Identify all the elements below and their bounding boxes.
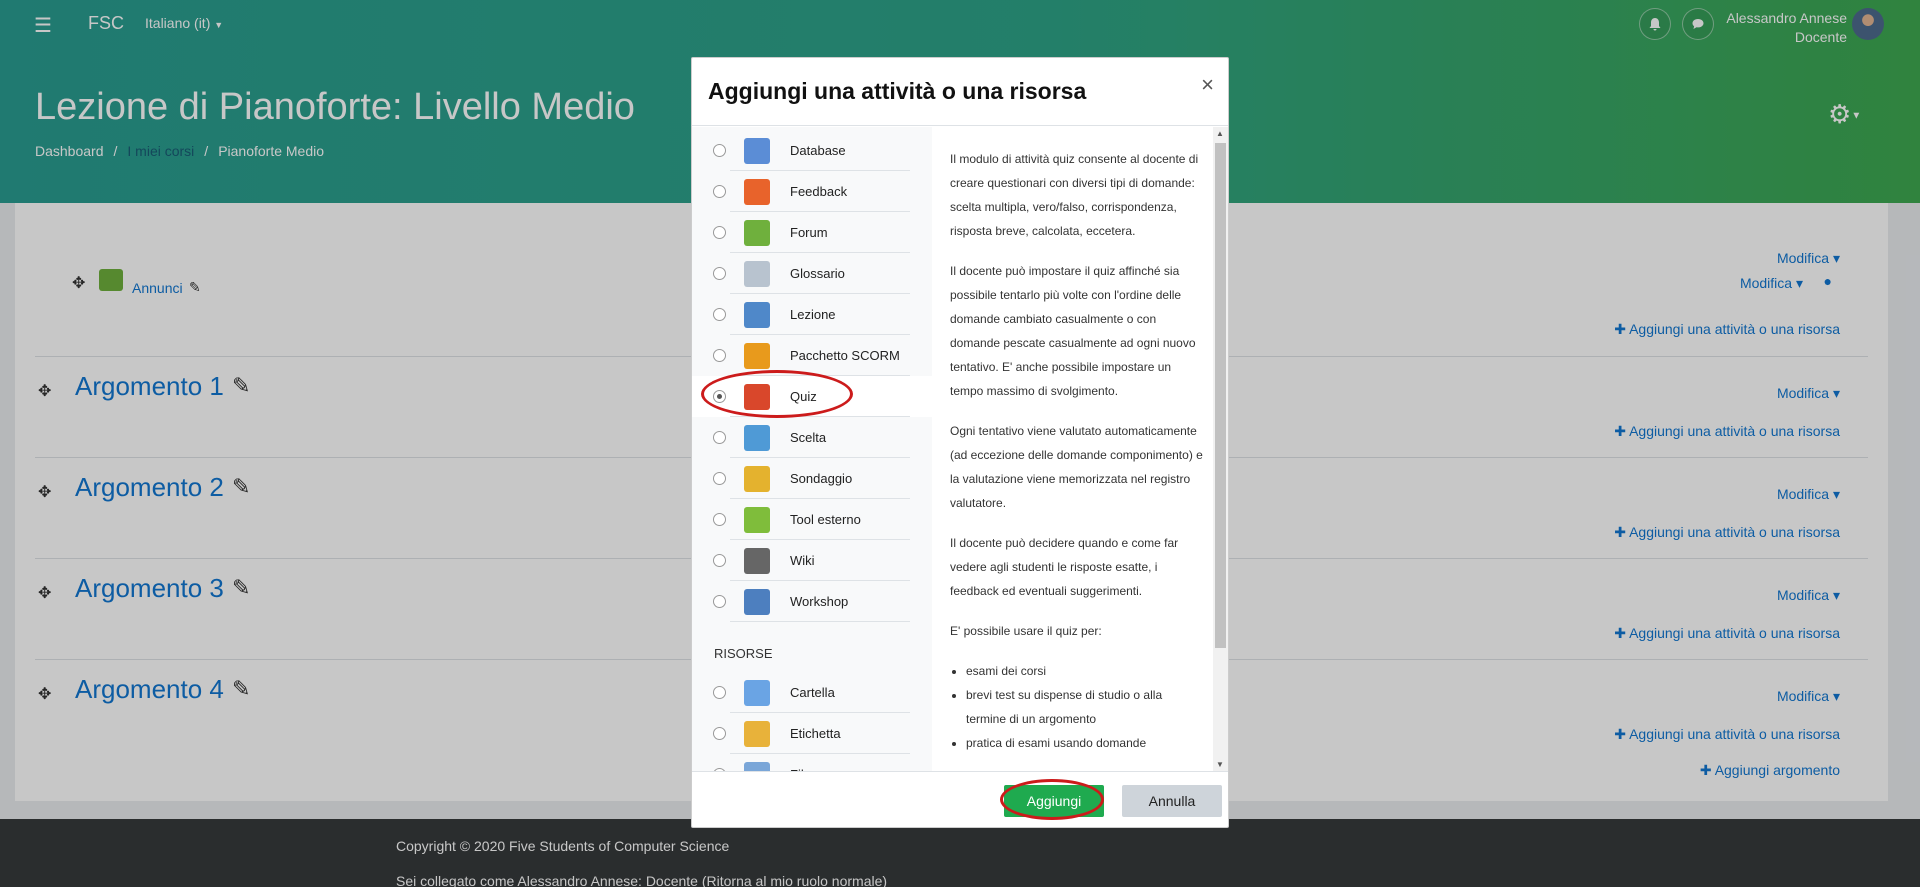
resources-heading: RISORSE	[714, 646, 773, 661]
activity-option[interactable]: Scelta	[692, 417, 932, 458]
activity-radio[interactable]	[713, 554, 726, 567]
activity-option[interactable]: Sondaggio	[692, 458, 932, 499]
activity-radio[interactable]	[713, 595, 726, 608]
description-paragraph: Il modulo di attività quiz consente al d…	[950, 152, 1199, 238]
workshop-icon	[744, 589, 770, 615]
activity-label: Glossario	[790, 266, 845, 281]
resource-radio[interactable]	[713, 686, 726, 699]
tag-icon	[744, 721, 770, 747]
activity-label: Feedback	[790, 184, 848, 199]
activity-label: Workshop	[790, 594, 849, 609]
description-paragraph: E' possibile usare il quiz per:	[950, 624, 1102, 638]
activity-description: Il modulo di attività quiz consente al d…	[932, 127, 1221, 771]
add-button-highlight-circle	[1000, 779, 1104, 820]
activity-radio[interactable]	[713, 185, 726, 198]
dialog-footer: Aggiungi Annulla	[692, 771, 1228, 828]
activity-label: Wiki	[790, 553, 815, 568]
megaphone-icon	[744, 179, 770, 205]
activity-label: Lezione	[790, 307, 836, 322]
description-paragraph: Ogni tentativo viene valutato automatica…	[950, 424, 1203, 510]
activity-radio[interactable]	[713, 144, 726, 157]
activity-label: Pacchetto SCORM	[790, 348, 900, 363]
uses-list-item: esami dei corsi	[966, 659, 1203, 683]
activity-radio[interactable]	[713, 226, 726, 239]
activity-option[interactable]: Glossario	[692, 253, 932, 294]
add-activity-dialog: Aggiungi una attività o una risorsa × Da…	[691, 57, 1229, 828]
description-paragraph: Il docente può impostare il quiz affinch…	[950, 264, 1196, 398]
resource-radio[interactable]	[713, 727, 726, 740]
resource-label: Etichetta	[790, 726, 841, 741]
database-icon	[744, 138, 770, 164]
scrollbar-thumb[interactable]	[1215, 143, 1226, 648]
dialog-title: Aggiungi una attività o una risorsa	[708, 78, 1087, 104]
uses-list: esami dei corsibrevi test su dispense di…	[950, 659, 1203, 755]
activity-option[interactable]: Pacchetto SCORM	[692, 335, 932, 376]
dialog-header: Aggiungi una attività o una risorsa ×	[692, 58, 1228, 126]
activity-radio[interactable]	[713, 472, 726, 485]
wiki-icon	[744, 548, 770, 574]
resource-option[interactable]: Etichetta	[692, 713, 932, 754]
forum-icon	[744, 220, 770, 246]
question-mark-icon	[744, 425, 770, 451]
scorm-package-icon	[744, 343, 770, 369]
activity-option[interactable]: Lezione	[692, 294, 932, 335]
file-icon	[744, 762, 770, 771]
description-scrollbar[interactable]: ▲ ▼	[1213, 127, 1228, 771]
bar-chart-icon	[744, 466, 770, 492]
resource-option[interactable]: Cartella	[692, 672, 932, 713]
puzzle-icon	[744, 507, 770, 533]
activity-label: Sondaggio	[790, 471, 853, 486]
folder-icon	[744, 680, 770, 706]
uses-list-item: brevi test su dispense di studio o alla …	[966, 683, 1203, 731]
option-divider	[730, 621, 910, 622]
activity-radio[interactable]	[713, 513, 726, 526]
activity-option[interactable]: Feedback	[692, 171, 932, 212]
uses-list-item: pratica di esami usando domande	[966, 731, 1203, 755]
activity-label: Scelta	[790, 430, 827, 445]
activity-radio[interactable]	[713, 308, 726, 321]
activity-chooser-list: Database Feedback Forum Glossario Lezione Pac…	[692, 127, 932, 771]
activity-label: Forum	[790, 225, 828, 240]
activity-label: Database	[790, 143, 846, 158]
activity-radio[interactable]	[713, 431, 726, 444]
activity-option[interactable]: Forum	[692, 212, 932, 253]
activity-option[interactable]: Workshop	[692, 581, 932, 622]
activity-label: Tool esterno	[790, 512, 861, 527]
resource-option[interactable]: File	[692, 754, 932, 771]
scroll-down-icon[interactable]: ▼	[1216, 760, 1224, 769]
activity-option[interactable]: Wiki	[692, 540, 932, 581]
description-paragraph: Il docente può decidere quando e come fa…	[950, 536, 1179, 598]
activity-radio[interactable]	[713, 349, 726, 362]
activity-option[interactable]: Tool esterno	[692, 499, 932, 540]
activity-radio[interactable]	[713, 267, 726, 280]
quiz-highlight-circle	[701, 370, 853, 418]
cancel-button[interactable]: Annulla	[1122, 785, 1222, 817]
activity-option[interactable]: Database	[692, 130, 932, 171]
resource-label: Cartella	[790, 685, 835, 700]
close-icon[interactable]: ×	[1201, 72, 1214, 98]
scroll-up-icon[interactable]: ▲	[1216, 129, 1224, 138]
glossary-icon	[744, 261, 770, 287]
lesson-icon	[744, 302, 770, 328]
